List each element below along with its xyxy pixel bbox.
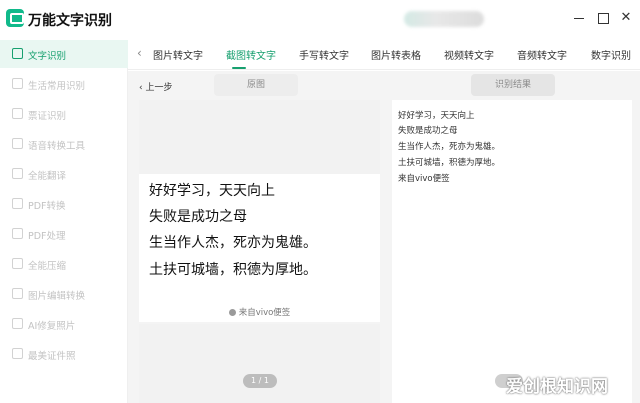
result-text-line: 好好学习，天天向上 bbox=[398, 111, 475, 121]
sidebar-item-ai-repair[interactable]: AI修复照片 bbox=[0, 310, 128, 338]
maximize-icon[interactable] bbox=[597, 12, 609, 24]
watermark: 爱创根知识网 bbox=[506, 377, 608, 397]
tab-image-to-table[interactable]: 图片转表格 bbox=[371, 47, 421, 62]
sidebar-item-life-ocr[interactable]: 生活常用识别 bbox=[0, 70, 128, 98]
source-text-line: 失败是成功之母 bbox=[149, 209, 247, 225]
source-text-line: 土扶可城墙，积德为厚地。 bbox=[149, 262, 317, 278]
tabs-scroll-left-icon[interactable]: ‹ bbox=[137, 46, 142, 60]
minimize-icon[interactable] bbox=[573, 12, 585, 24]
close-icon[interactable]: ✕ bbox=[620, 11, 632, 24]
active-tab-indicator bbox=[232, 67, 246, 69]
sidebar-item-pdf-process[interactable]: PDF处理 bbox=[0, 220, 128, 248]
sidebar-item-image-edit[interactable]: 图片编辑转换 bbox=[0, 280, 128, 308]
sidebar-item-compress[interactable]: 全能压缩 bbox=[0, 250, 128, 278]
source-text-line: 生当作人杰，死亦为鬼雄。 bbox=[149, 235, 317, 251]
source-image-header: 原图 bbox=[214, 74, 298, 96]
sidebar-item-label: 语音转换工具 bbox=[28, 141, 86, 152]
source-image: 好好学习，天天向上 失败是成功之母 生当作人杰，死亦为鬼雄。 土扶可城墙，积德为… bbox=[139, 174, 380, 322]
back-button-label: 上一步 bbox=[145, 83, 173, 93]
sidebar-item-pdf-convert[interactable]: PDF转换 bbox=[0, 190, 128, 218]
sidebar-item-label: AI修复照片 bbox=[28, 321, 76, 332]
tab-bar: ‹ 图片转文字 截图转文字 手写转文字 图片转表格 视频转文字 音频转文字 数字… bbox=[128, 40, 640, 70]
id-photo-icon bbox=[12, 348, 23, 359]
sidebar-item-label: 全能压缩 bbox=[28, 261, 67, 272]
text-ocr-icon bbox=[12, 48, 23, 59]
source-footer-label: 来自vivo便签 bbox=[238, 308, 291, 318]
result-text-line: 土扶可城墙，积德为厚地。 bbox=[398, 158, 501, 168]
tab-number-ocr[interactable]: 数字识别 bbox=[591, 47, 631, 62]
translate-icon bbox=[12, 168, 23, 179]
tab-screenshot-to-text[interactable]: 截图转文字 bbox=[226, 47, 276, 62]
sidebar-item-label: 票证识别 bbox=[28, 111, 67, 122]
app-title: 万能文字识别 bbox=[28, 13, 112, 29]
sidebar-item-text-ocr[interactable]: 文字识别 bbox=[0, 40, 128, 68]
page-indicator: 1 / 1 bbox=[243, 374, 277, 388]
source-image-bottom bbox=[139, 324, 380, 403]
back-button[interactable]: ‹ 上一步 bbox=[139, 80, 172, 93]
result-text-line: 生当作人杰，死亦为鬼雄。 bbox=[398, 142, 501, 152]
result-header: 识别结果 bbox=[471, 74, 555, 96]
blurred-user-area[interactable] bbox=[404, 11, 484, 27]
app-logo-icon bbox=[6, 9, 24, 27]
source-text-line: 好好学习，天天向上 bbox=[149, 183, 275, 199]
tab-audio-to-text[interactable]: 音频转文字 bbox=[517, 47, 567, 62]
source-footer: 来自vivo便签 bbox=[139, 306, 380, 318]
compress-icon bbox=[12, 258, 23, 269]
title-bar: 万能文字识别 ✕ bbox=[0, 0, 640, 40]
tab-image-to-text[interactable]: 图片转文字 bbox=[153, 47, 203, 62]
sidebar-item-label: 最美证件照 bbox=[28, 351, 76, 362]
life-ocr-icon bbox=[12, 78, 23, 89]
result-text-panel[interactable]: 好好学习，天天向上 失败是成功之母 生当作人杰，死亦为鬼雄。 土扶可城墙，积德为… bbox=[392, 100, 632, 403]
sidebar-item-label: 生活常用识别 bbox=[28, 81, 86, 92]
result-text-line: 失败是成功之母 bbox=[398, 126, 458, 136]
voice-icon bbox=[12, 138, 23, 149]
source-image-top bbox=[139, 100, 380, 174]
ai-repair-icon bbox=[12, 318, 23, 329]
image-edit-icon bbox=[12, 288, 23, 299]
pdf-process-icon bbox=[12, 228, 23, 239]
tab-video-to-text[interactable]: 视频转文字 bbox=[444, 47, 494, 62]
sidebar-item-label: PDF转换 bbox=[28, 201, 66, 212]
sidebar-item-label: 文字识别 bbox=[28, 51, 67, 62]
sidebar-item-ticket-ocr[interactable]: 票证识别 bbox=[0, 100, 128, 128]
sidebar-item-label: PDF处理 bbox=[28, 231, 66, 242]
result-text-line: 来自vivo便签 bbox=[398, 174, 450, 184]
vivo-notes-icon bbox=[228, 309, 236, 316]
sidebar: 文字识别 生活常用识别 票证识别 语音转换工具 全能翻译 PDF转换 PDF处理… bbox=[0, 40, 128, 403]
ticket-icon bbox=[12, 108, 23, 119]
sidebar-item-label: 全能翻译 bbox=[28, 171, 67, 182]
tab-handwriting-to-text[interactable]: 手写转文字 bbox=[299, 47, 349, 62]
sidebar-item-label: 图片编辑转换 bbox=[28, 291, 86, 302]
sidebar-item-voice-tools[interactable]: 语音转换工具 bbox=[0, 130, 128, 158]
sidebar-item-translate[interactable]: 全能翻译 bbox=[0, 160, 128, 188]
pdf-convert-icon bbox=[12, 198, 23, 209]
sidebar-item-id-photo[interactable]: 最美证件照 bbox=[0, 340, 128, 368]
